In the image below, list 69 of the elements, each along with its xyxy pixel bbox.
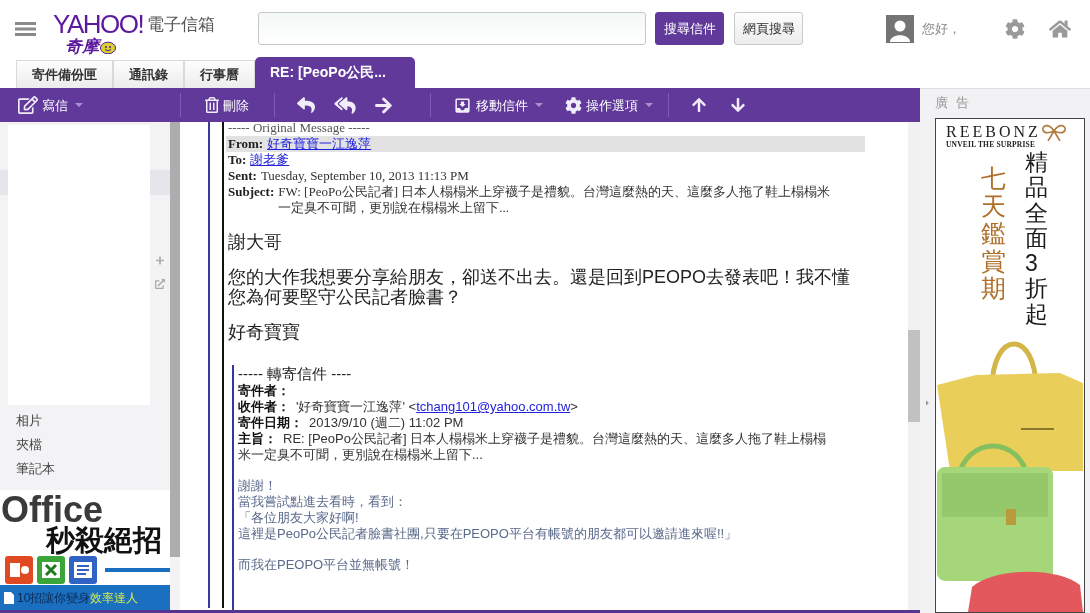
ad-title: Office (0, 490, 104, 525)
header-field: 寄件日期： 2013/9/10 (週二) 11:02 PM (238, 415, 828, 431)
ad-tagline: 10招讓你變身效率達人 (17, 590, 139, 605)
message-line: 當我嘗試點進去看時，看到： (238, 494, 407, 510)
app-icon (5, 556, 33, 584)
settings-icon[interactable] (1005, 18, 1025, 39)
plus-icon[interactable] (156, 256, 164, 265)
header-field: 寄件者： (238, 383, 290, 399)
scrollbar-thumb[interactable] (170, 122, 180, 557)
double-curved-arrow-icon (334, 95, 356, 115)
sidebar-item[interactable]: 夾檔 (0, 433, 170, 457)
product-name: 電子信箱 (147, 15, 215, 35)
forward-separator: ----- 轉寄信件 ---- (238, 365, 352, 383)
up-arrow-icon (692, 97, 706, 113)
tab[interactable]: 通訊錄 (113, 60, 184, 88)
header-field: To: 謝老爹 (226, 152, 865, 168)
message-paragraph: 您的大作我想要分享給朋友，卻送不出去。還是回到PEOPO去發表吧！我不懂您為何要堅守公民記者臉書？ (228, 267, 852, 307)
message-paragraph: 謝大哥 (228, 232, 283, 252)
header-field: From: 好奇寶寶一江逸萍 (226, 136, 865, 152)
message-line: 謝謝！ (238, 478, 277, 494)
page-icon (4, 591, 14, 604)
search-button[interactable]: 搜尋信件 (655, 12, 724, 45)
office-ad-banner[interactable]: Office 秒殺絕招 10招讓你變身效率達人 (0, 490, 170, 610)
header-field: 收件者： '好奇寶寶一江逸萍' <tchang101@yahoo.com.tw> (238, 399, 828, 415)
email-link[interactable]: tchang101@yahoo.com.tw (416, 399, 571, 414)
contact-link[interactable]: 好奇寶寶一江逸萍 (267, 136, 372, 152)
compose-button[interactable]: 寫信 (18, 92, 83, 118)
menu-icon[interactable] (15, 21, 36, 36)
ad-headline: 精品全面3折起 (1025, 150, 1048, 328)
message-line: 這裡是PeoPo公民記者臉書社團,只要在PEOPO平台有帳號的朋友都可以邀請進來喔!!」 (238, 526, 738, 542)
header-field: Subject: FW: [PeoPo公民記者] 日本人榻榻米上穿襪子是禮貌。台灣這麼熱的天、這麼多人拖了鞋上榻榻米一定臭不可聞，更別說在榻榻米上留下... (226, 184, 865, 216)
right-arrow-icon (375, 95, 392, 115)
search-field[interactable] (258, 12, 646, 45)
search-button[interactable]: 網頁搜尋 (734, 12, 803, 45)
ad-brand: REEBONZ (946, 123, 1041, 140)
ad-subhead: 七天鑑賞期 (981, 165, 1006, 303)
sidebar-item[interactable]: 相片 (0, 409, 170, 433)
tab[interactable]: RE: [PeoPo公民... (255, 57, 415, 88)
logo-wordmark: YAHOO! (53, 12, 144, 37)
bow-icon (1040, 123, 1067, 141)
settings-icon (565, 96, 582, 114)
tray-arrow-icon (453, 95, 472, 115)
greeting-text: 您好， (922, 19, 962, 38)
header-field: Sent: Tuesday, September 10, 2013 11:13 PM (226, 168, 865, 184)
scrollbar-thumb[interactable] (908, 330, 920, 422)
message-line: 而我在PEOPO平台並無帳號！ (238, 557, 415, 573)
external-link-icon[interactable] (155, 279, 165, 289)
delete-button[interactable]: 刪除 (205, 92, 249, 118)
ad-subtitle: 秒殺絕招 (46, 525, 162, 555)
app-icon (37, 556, 65, 584)
header-field: 主旨： RE: [PeoPo公民記者] 日本人榻榻米上穿襪子是禮貌。台灣這麼熱的天、這麼多人拖了鞋上榻榻米一定臭不可聞，更別說在榻榻米上留下... (238, 431, 828, 463)
tab[interactable]: 寄件備份匣 (16, 60, 113, 88)
trash-icon (205, 97, 219, 113)
tab[interactable]: 行事曆 (184, 60, 255, 88)
smiley-icon (100, 40, 116, 54)
down-arrow-icon (731, 97, 745, 113)
move-button[interactable]: 移動信件 (453, 92, 543, 118)
caret-icon[interactable] (925, 399, 930, 407)
sidebar-item[interactable]: 筆記本 (0, 457, 170, 481)
ad-label: 廣 告 (935, 95, 971, 110)
curved-arrow-icon (297, 96, 315, 114)
message-paragraph: 好奇寶寶 (228, 322, 301, 342)
contact-link[interactable]: 謝老爹 (250, 152, 290, 168)
actions-button[interactable]: 操作選項 (565, 92, 653, 118)
home-icon[interactable] (1049, 18, 1071, 39)
avatar-icon[interactable] (886, 14, 914, 43)
quote-separator: ----- Original Message ----- (228, 122, 370, 136)
message-line: 「各位朋友大家好啊! (238, 510, 359, 526)
app-icon (69, 556, 97, 584)
